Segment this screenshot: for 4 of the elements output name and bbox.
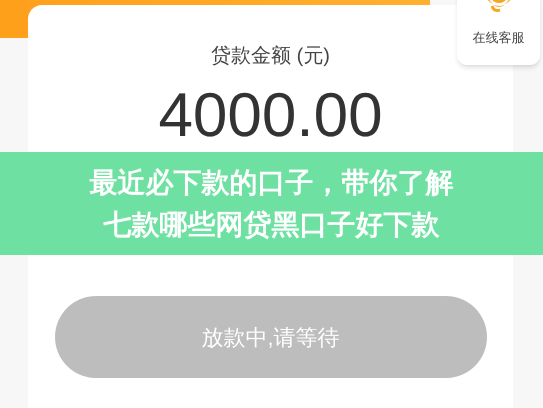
amount-label: 贷款金额 (元)	[211, 44, 330, 69]
amount-value: 4000.00	[158, 85, 383, 147]
banner-title: 最近必下款的口子，带你了解 七款哪些网贷黑口子好下款	[90, 166, 454, 242]
support-button[interactable]: 在线客服	[457, 0, 540, 65]
